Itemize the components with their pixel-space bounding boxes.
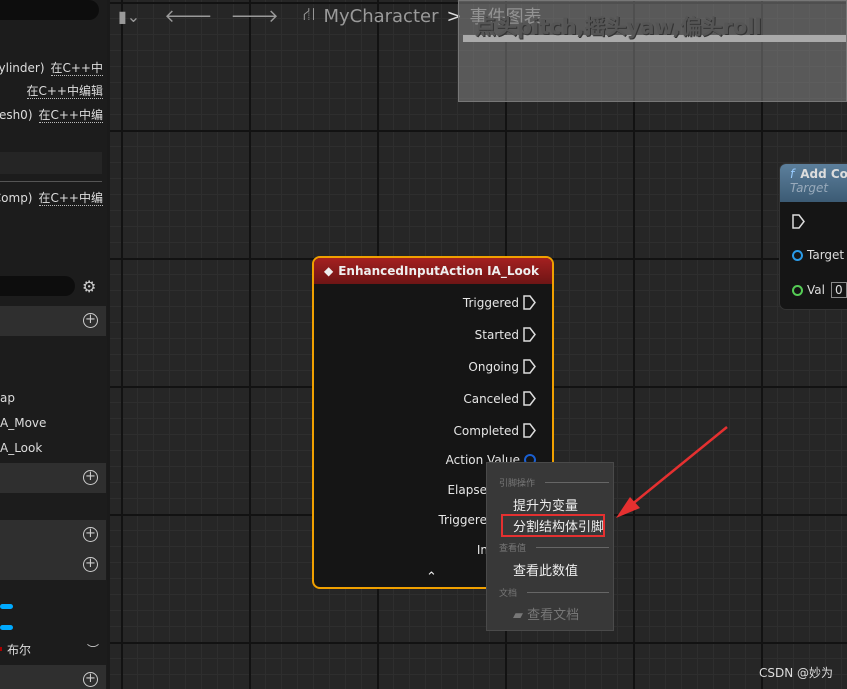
annotation-arrow xyxy=(616,426,728,518)
watermark: CSDN @妙为 xyxy=(758,666,833,680)
